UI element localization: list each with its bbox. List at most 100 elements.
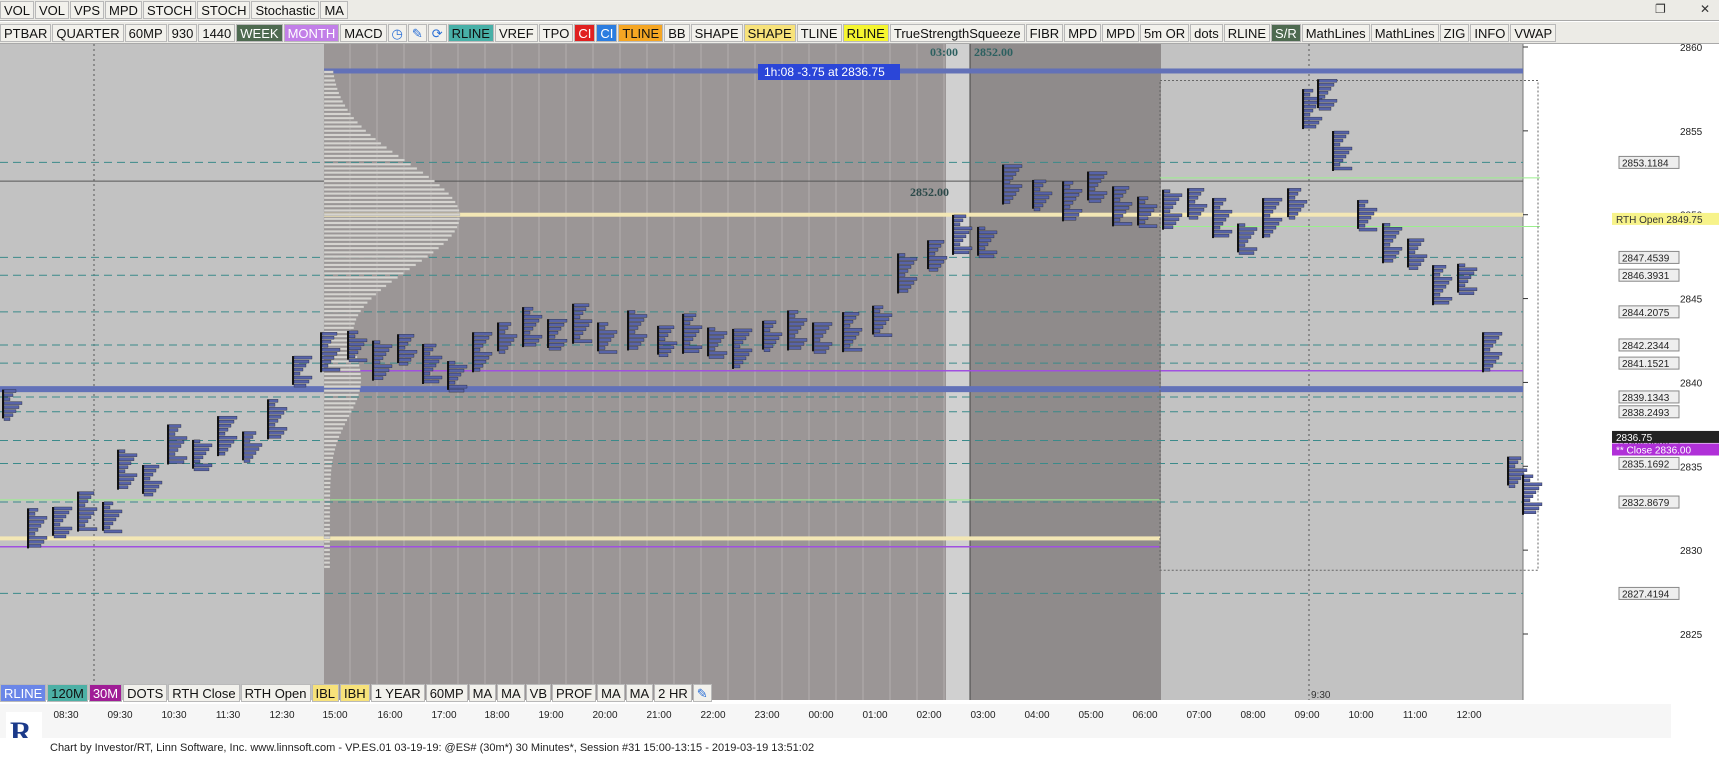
tpo-bar (928, 268, 939, 272)
chart-area[interactable]: 2853.1184 2847.4539 2846.3931 2844.2075 2842… (0, 44, 1719, 700)
pencil-icon[interactable]: ✎ (407, 23, 427, 42)
studies_toolbar-button-shape[interactable]: SHAPE (743, 23, 796, 42)
bottom_toolbar-button-rth-open[interactable]: RTH Open (240, 683, 311, 702)
bottom_toolbar-button-rth-close[interactable]: RTH Close (168, 683, 240, 702)
toolbar-button-vol[interactable]: VOL (0, 1, 35, 19)
studies_toolbar-button-ci[interactable]: CI (574, 23, 596, 42)
tpo-bar (1358, 199, 1369, 204)
tpo-bar (348, 346, 362, 351)
tpo-bar (1063, 205, 1071, 209)
bottom_toolbar-button-120m[interactable]: 120M (47, 683, 88, 702)
time-label: 05:00 (1078, 710, 1104, 721)
bottom_toolbar-button-ma[interactable]: MA (497, 683, 525, 702)
bottom_toolbar-button-dots[interactable]: DOTS (123, 683, 168, 702)
tpo-bar (1303, 100, 1320, 105)
tpo-bar (1483, 368, 1491, 372)
studies_toolbar-button-5m-or[interactable]: 5m OR (1139, 23, 1190, 42)
studies_toolbar-button-mpd[interactable]: MPD (1102, 23, 1139, 42)
tpo-bar (1263, 229, 1274, 234)
studies_toolbar-button-dots[interactable]: dots (1190, 23, 1223, 42)
tpo-bar (3, 389, 17, 393)
tpo-bar (813, 338, 821, 342)
tpo-bar (1188, 200, 1196, 204)
studies_toolbar-button-rline[interactable]: RLINE (1223, 23, 1271, 42)
studies_toolbar-button-bb[interactable]: BB (664, 23, 690, 42)
studies_toolbar-button-month[interactable]: MONTH (283, 23, 340, 42)
restore-window-icon[interactable]: ❐ (1655, 2, 1666, 16)
bottom_toolbar-button-vb[interactable]: VB (525, 683, 552, 702)
bottom_toolbar-button-ma[interactable]: MA (597, 683, 625, 702)
bottom_toolbar-button-30m[interactable]: 30M (88, 683, 123, 702)
studies_toolbar-button-zig[interactable]: ZIG (1439, 23, 1470, 42)
studies_toolbar-button-shape[interactable]: SHAPE (690, 23, 743, 42)
bottom_toolbar-button-ma[interactable]: MA (625, 683, 654, 702)
price-axis-background (1523, 44, 1719, 700)
tpo-bar (898, 269, 909, 273)
bottom_toolbar-button-rline[interactable]: RLINE (0, 683, 47, 702)
tpo-bar (733, 340, 744, 345)
tpo-bar (218, 443, 232, 448)
tpo-bar (1318, 83, 1335, 87)
studies_toolbar-button-tline[interactable]: TLINE (796, 23, 842, 42)
studies_toolbar-button-rline[interactable]: RLINE (842, 23, 889, 42)
volume-profile-bar (323, 263, 417, 267)
tpo-bar (268, 407, 288, 411)
info-box-text: 1h:08 -3.75 at 2836.75 (764, 65, 885, 79)
volume-profile-bar (323, 154, 399, 158)
toolbar-button-stoch[interactable]: STOCH (142, 1, 197, 19)
studies_toolbar-button-macd[interactable]: MACD (340, 23, 387, 42)
studies_toolbar-button-info[interactable]: INFO (1470, 23, 1510, 42)
volume-profile-bar (323, 385, 361, 388)
studies_toolbar-button-ptbar[interactable]: PTBAR (0, 23, 52, 42)
studies_toolbar-button-quarter[interactable]: QUARTER (52, 23, 124, 42)
toolbar-button-stochastic[interactable]: Stochastic (251, 1, 320, 19)
studies_toolbar-button-930[interactable]: 930 (167, 23, 198, 42)
tpo-bar (3, 401, 23, 405)
tpo-bar (683, 341, 691, 345)
toolbar-button-vol[interactable]: VOL (35, 1, 70, 19)
tpo-bar (1408, 254, 1428, 258)
tpo-bar (1358, 215, 1372, 220)
bottom_toolbar-button-1-year[interactable]: 1 YEAR (370, 683, 425, 702)
price-chart[interactable]: 2853.1184 2847.4539 2846.3931 2844.2075 2842… (0, 44, 1719, 700)
tpo-bar (683, 313, 697, 317)
studies_toolbar-button-mathlines[interactable]: MathLines (1370, 23, 1439, 42)
studies_toolbar-button-1440[interactable]: 1440 (198, 23, 236, 42)
studies_toolbar-button-vwap[interactable]: VWAP (1510, 23, 1557, 42)
bottom_toolbar-button-60mp[interactable]: 60MP (425, 683, 468, 702)
volume-profile-bar (323, 255, 429, 258)
refresh-icon[interactable]: ⟳ (427, 23, 447, 42)
volume-profile-bar (323, 221, 460, 225)
studies_toolbar-button-truestrengthsqueeze[interactable]: TrueStrengthSqueeze (889, 23, 1025, 42)
studies_toolbar-button-mpd[interactable]: MPD (1064, 23, 1102, 42)
toolbar-button-stoch[interactable]: STOCH (197, 1, 251, 19)
toolbar-button-mpd[interactable]: MPD (105, 1, 142, 19)
studies_toolbar-button-tline[interactable]: TLINE (618, 23, 664, 42)
studies_toolbar-button-s-r[interactable]: S/R (1271, 23, 1301, 42)
studies_toolbar-button-rline[interactable]: RLINE (447, 23, 494, 42)
studies_toolbar-button-mathlines[interactable]: MathLines (1301, 23, 1370, 42)
studies_toolbar-button-week[interactable]: WEEK (236, 23, 283, 42)
bottom_toolbar-button-2-hr[interactable]: 2 HR (654, 683, 692, 702)
toolbar-button-vps[interactable]: VPS (70, 1, 105, 19)
tpo-bar (953, 222, 961, 227)
studies_toolbar-button-vref[interactable]: VREF (494, 23, 538, 42)
bottom_toolbar-button-ibh[interactable]: IBH (340, 683, 370, 702)
studies_toolbar-button-tpo[interactable]: TPO (538, 23, 574, 42)
close-window-icon[interactable]: ✕ (1700, 2, 1710, 16)
studies_toolbar-button-fibr[interactable]: FIBR (1025, 23, 1064, 42)
tpo-bar (168, 428, 179, 432)
bottom_toolbar-button-ma[interactable]: MA (468, 683, 497, 702)
studies_toolbar-button-60mp[interactable]: 60MP (124, 23, 167, 42)
clock-icon[interactable]: ◷ (387, 23, 407, 42)
bottom_toolbar-button-ibl[interactable]: IBL (311, 683, 340, 702)
volume-profile-bar (323, 196, 453, 200)
tpo-bar (448, 368, 465, 373)
toolbar-button-ma[interactable]: MA (320, 1, 348, 19)
bottom_toolbar-button-prof[interactable]: PROF (552, 683, 597, 702)
tpo-bar (118, 453, 138, 457)
tpo-bar (978, 242, 989, 247)
studies_toolbar-button-ci[interactable]: CI (596, 23, 618, 42)
volume-profile-bar (323, 502, 331, 506)
pencil-icon[interactable]: ✎ (692, 683, 712, 702)
